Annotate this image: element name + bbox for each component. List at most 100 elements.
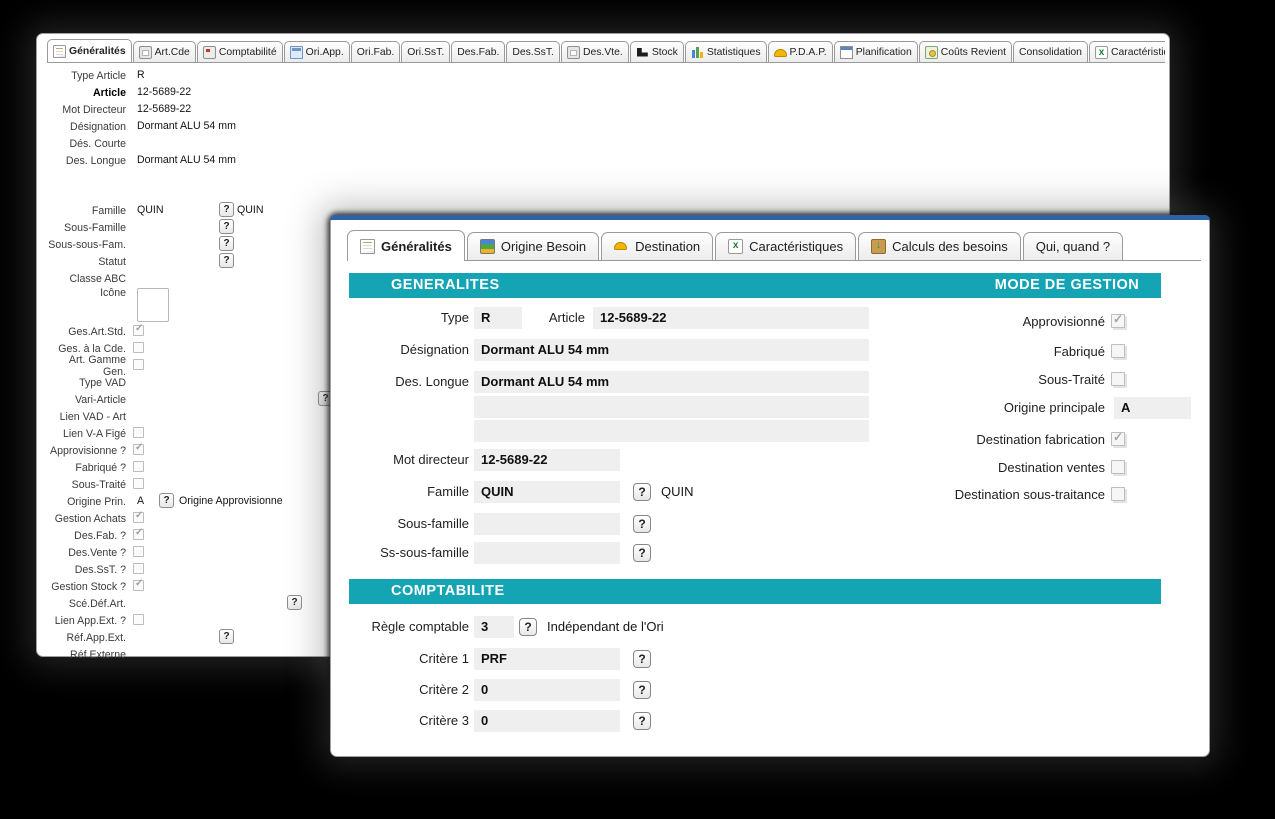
tab-planification[interactable]: Planification [834,41,918,62]
tab-label: Art.Cde [155,47,190,58]
tab-consolidation[interactable]: Consolidation [1013,41,1088,62]
field-label: Gestion Stock ? [45,581,126,593]
mode-row-sous-traité: Sous-Traité [349,369,1191,391]
checkbox-gestion-stock[interactable] [133,580,144,591]
checkbox-ges-à-la-cde[interactable] [133,342,144,353]
checkbox-fabriqué[interactable] [133,461,144,472]
checkbox-gestion-achats[interactable] [133,512,144,523]
field-label: Réf.Externe [45,649,126,661]
checkbox-sous-traité[interactable] [1111,372,1125,386]
field-label: Mot Directeur [45,104,126,116]
checkbox-approvisionné[interactable] [1111,314,1125,328]
tab-des-vte[interactable]: Des.Vte. [561,41,629,62]
tab-caractéristiques[interactable]: Caractéristiques [715,232,856,260]
ss-sous-famille-help-button[interactable]: ? [633,544,651,562]
mode-row-label: Destination ventes [649,457,1105,479]
checkbox-art-gamme-gen[interactable] [133,359,144,370]
critere-3-help-button[interactable]: ? [633,712,651,730]
help-button-sous-sous-fam[interactable]: ? [219,236,234,251]
tab-label: Des.SsT. [512,47,554,58]
sous-famille-field[interactable] [474,513,620,535]
field-value: 12-5689-22 [137,102,191,117]
help-button-sous-famille[interactable]: ? [219,219,234,234]
checkbox-sous-traité[interactable] [133,478,144,489]
tab-coûts-revient[interactable]: Coûts Revient [919,41,1012,62]
checkbox-des-sst[interactable] [133,563,144,574]
mode-row-approvisionné: Approvisionné [349,311,1191,333]
section-title-comptabilite: COMPTABILITE [391,579,505,604]
field-label: Classe ABC [45,273,126,285]
field-extra-text: QUIN [237,203,263,218]
critere-3-field[interactable]: 0 [474,710,620,732]
checkbox-des-fab[interactable] [133,529,144,540]
origine-principale-field[interactable]: A [1114,397,1191,419]
tab-calculs-des-besoins[interactable]: Calculs des besoins [858,232,1021,260]
field-content: 12-5689-22 [126,101,1161,118]
critere-2-help-button[interactable]: ? [633,681,651,699]
tab-caractéristiques[interactable]: Caractéristiques [1089,41,1165,62]
regle-comptable-field[interactable]: 3 [474,616,514,638]
checkbox-approvisionne[interactable] [133,444,144,455]
mode-row-destination-sous-traitance: Destination sous-traitance [349,484,1191,506]
help-button-statut[interactable]: ? [219,253,234,268]
checkbox-lien-app-ext[interactable] [133,614,144,625]
field-label: Statut [45,256,126,268]
checkbox-des-vente[interactable] [133,546,144,557]
checkbox-destination-ventes[interactable] [1111,460,1125,474]
field-label: Lien App.Ext. ? [45,615,126,627]
printer-icon [139,46,152,59]
help-button-réf-app-ext[interactable]: ? [219,629,234,644]
field-label: Art. Gamme Gen. [45,354,126,378]
help-button-scé-déf-art[interactable]: ? [287,595,302,610]
help-button-origine-prin[interactable]: ? [159,493,174,508]
tab-ori-sst[interactable]: Ori.SsT. [401,41,450,62]
checkbox-ges-art-std[interactable] [133,325,144,336]
section-header-generalites: GENERALITES MODE DE GESTION [349,273,1161,298]
field-label: Fabriqué ? [45,462,126,474]
tab-qui-quand[interactable]: Qui, quand ? [1023,232,1123,260]
critere-1-row: Critère 1 PRF ? [349,648,1161,670]
tab-label: Ori.App. [306,47,344,58]
tab-art-cde[interactable]: Art.Cde [133,41,196,62]
money-icon [925,46,938,59]
document-icon [360,239,375,254]
tab-comptabilité[interactable]: Comptabilité [197,41,283,62]
tab-origine-besoin[interactable]: Origine Besoin [467,232,599,260]
tab-stock[interactable]: Stock [630,41,684,62]
sous-famille-help-button[interactable]: ? [633,515,651,533]
critere-2-field[interactable]: 0 [474,679,620,701]
sous-famille-row: Sous-famille ? [349,513,1161,535]
help-button-famille[interactable]: ? [219,202,234,217]
field-content [126,135,1161,152]
tab-des-fab[interactable]: Des.Fab. [451,41,505,62]
tab-ori-app[interactable]: Ori.App. [284,41,350,62]
basket-icon [871,239,886,254]
tab-destination[interactable]: Destination [601,232,713,260]
tab-statistiques[interactable]: Statistiques [685,41,767,62]
critere-1-help-button[interactable]: ? [633,650,651,668]
critere-1-field[interactable]: PRF [474,648,620,670]
checkbox-destination-sous-traitance[interactable] [1111,487,1125,501]
field-label: Type VAD [45,377,126,389]
checkbox-destination-fabrication[interactable] [1111,432,1125,446]
critere-1-label: Critère 1 [349,648,469,670]
field-label: Désignation [45,121,126,133]
field-row-dés-courte: Dés. Courte [45,135,1161,152]
tab-p-d-a-p[interactable]: P.D.A.P. [768,41,833,62]
section-title-mode-de-gestion: MODE DE GESTION [949,273,1185,298]
icone-box[interactable] [137,288,169,322]
checkbox-lien-v-a-figé[interactable] [133,427,144,438]
field-content: R [126,67,1161,84]
checkbox-fabriqué[interactable] [1111,344,1125,358]
tab-label: Consolidation [1019,47,1082,58]
tab-généralités[interactable]: Généralités [47,39,132,63]
regle-comptable-help-button[interactable]: ? [519,618,537,636]
tab-label: Ori.SsT. [407,47,444,58]
ss-sous-famille-field[interactable] [474,542,620,564]
document-icon [53,45,66,58]
field-label: Scé.Déf.Art. [45,598,126,610]
tab-des-sst[interactable]: Des.SsT. [506,41,560,62]
tab-généralités[interactable]: Généralités [347,230,465,261]
critere-2-label: Critère 2 [349,679,469,701]
tab-ori-fab[interactable]: Ori.Fab. [351,41,401,62]
